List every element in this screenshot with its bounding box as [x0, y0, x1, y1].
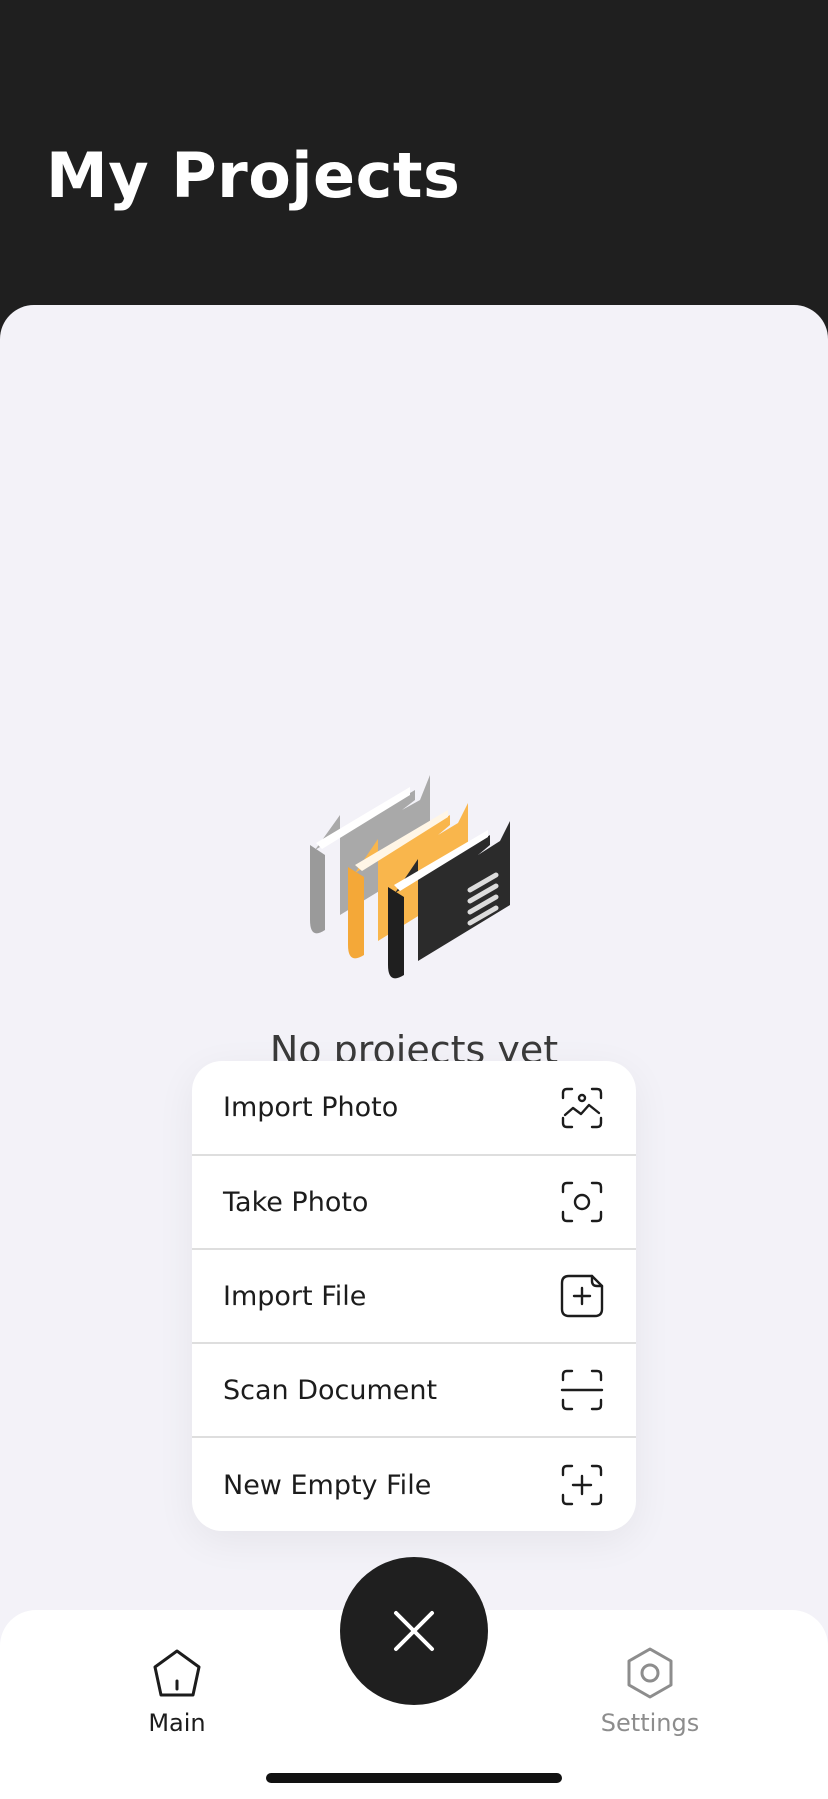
image-frame-icon	[558, 1084, 606, 1132]
scan-icon	[558, 1366, 606, 1414]
tab-main[interactable]: Main	[97, 1630, 257, 1737]
menu-item-label: Take Photo	[223, 1186, 369, 1218]
menu-item-import-photo[interactable]: Import Photo	[192, 1061, 636, 1156]
home-indicator	[266, 1773, 562, 1783]
frame-plus-icon	[558, 1461, 606, 1509]
tab-label: Main	[148, 1709, 206, 1737]
menu-item-import-file[interactable]: Import File	[192, 1250, 636, 1344]
file-plus-icon	[558, 1272, 606, 1320]
menu-item-label: Import File	[223, 1280, 367, 1312]
menu-item-label: Scan Document	[223, 1374, 438, 1406]
tab-settings[interactable]: Settings	[570, 1630, 730, 1737]
close-menu-button[interactable]	[340, 1557, 488, 1705]
home-icon	[153, 1649, 201, 1697]
page-title: My Projects	[46, 139, 461, 212]
screen: My Projects No projects yet Import Photo	[0, 0, 828, 1799]
close-icon	[394, 1611, 434, 1651]
menu-item-label: New Empty File	[223, 1469, 432, 1501]
menu-item-label: Import Photo	[223, 1092, 399, 1123]
menu-item-scan-document[interactable]: Scan Document	[192, 1344, 636, 1438]
add-menu: Import Photo Take Photo Import File Scan…	[192, 1061, 636, 1531]
tab-label: Settings	[600, 1709, 700, 1737]
header: My Projects	[0, 0, 828, 330]
hexagon-gear-icon	[627, 1647, 673, 1699]
folders-illustration	[310, 775, 510, 979]
menu-item-new-empty-file[interactable]: New Empty File	[192, 1438, 636, 1531]
menu-item-take-photo[interactable]: Take Photo	[192, 1156, 636, 1250]
camera-frame-icon	[558, 1178, 606, 1226]
